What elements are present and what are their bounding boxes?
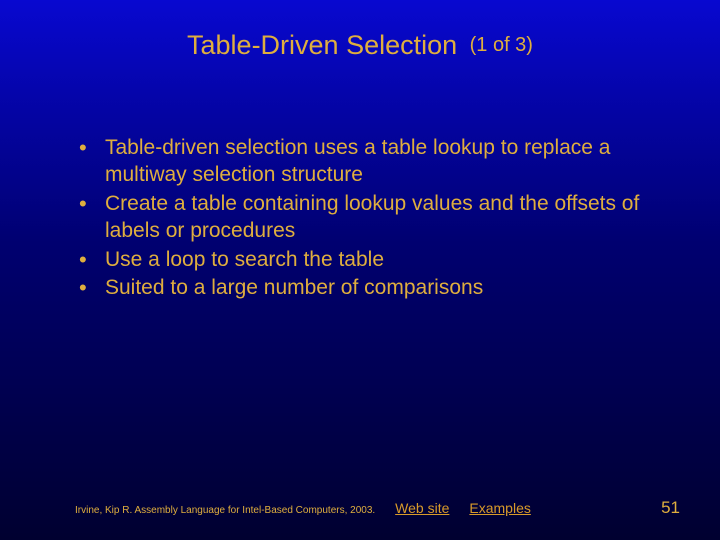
- list-item: Create a table containing lookup values …: [75, 191, 660, 245]
- list-item: Table-driven selection uses a table look…: [75, 135, 660, 189]
- body: Table-driven selection uses a table look…: [75, 135, 660, 304]
- web-site-link[interactable]: Web site: [395, 500, 449, 516]
- list-item: Suited to a large number of comparisons: [75, 275, 660, 302]
- slide: Table-Driven Selection (1 of 3) Table-dr…: [0, 0, 720, 540]
- page-number: 51: [661, 498, 680, 518]
- title-row: Table-Driven Selection (1 of 3): [0, 30, 720, 61]
- examples-link[interactable]: Examples: [469, 500, 530, 516]
- footer: Irvine, Kip R. Assembly Language for Int…: [75, 498, 680, 518]
- citation: Irvine, Kip R. Assembly Language for Int…: [75, 505, 375, 516]
- slide-title: Table-Driven Selection: [187, 30, 457, 60]
- list-item: Use a loop to search the table: [75, 247, 660, 274]
- bullet-list: Table-driven selection uses a table look…: [75, 135, 660, 302]
- slide-counter: (1 of 3): [470, 34, 533, 56]
